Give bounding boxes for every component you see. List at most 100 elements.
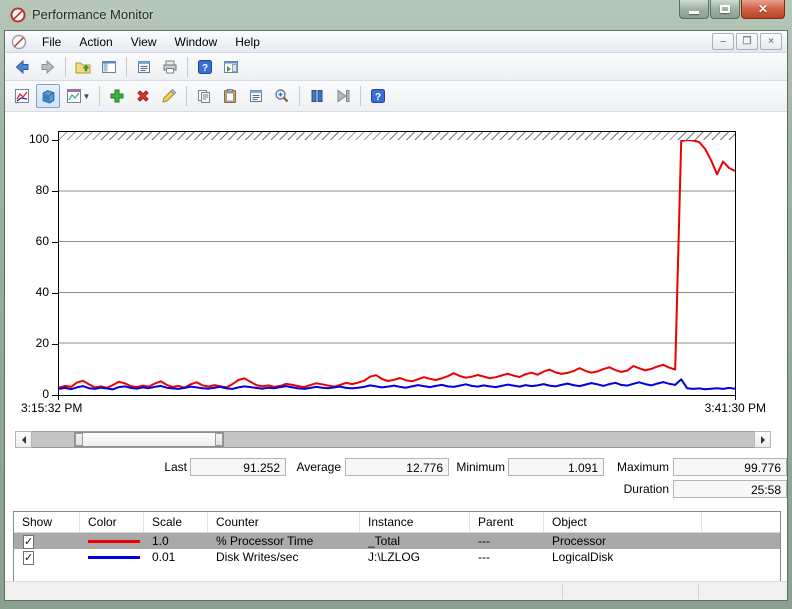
time-range-track[interactable] <box>32 431 754 448</box>
svg-text:?: ? <box>202 63 208 74</box>
scale-cell: 0.01 <box>152 550 176 564</box>
column-header-parent[interactable]: Parent <box>470 512 544 532</box>
menu-window[interactable]: Window <box>166 32 227 52</box>
copy-properties-button[interactable] <box>192 84 216 108</box>
freeze-display-button[interactable] <box>305 84 329 108</box>
range-end-grip[interactable] <box>215 433 223 446</box>
chart-plot-area[interactable] <box>58 139 736 396</box>
add-counter-button[interactable] <box>105 84 129 108</box>
properties-button[interactable] <box>132 55 156 79</box>
update-data-button[interactable] <box>331 84 355 108</box>
copy-icon <box>198 90 210 103</box>
printer-icon <box>163 60 177 73</box>
instance-cell: J:\LZLOG <box>368 550 421 564</box>
forward-button[interactable] <box>36 55 60 79</box>
line-chart-icon <box>15 89 29 103</box>
up-one-level-button[interactable] <box>71 55 95 79</box>
close-icon: ✕ <box>757 2 769 16</box>
average-label: Average <box>296 460 341 474</box>
column-header-counter[interactable]: Counter <box>208 512 360 532</box>
forward-arrow-icon <box>41 59 55 74</box>
parent-cell: --- <box>478 550 490 564</box>
y-axis-label: 40 <box>35 285 49 299</box>
show-hide-console-tree-button[interactable] <box>97 55 121 79</box>
time-range-thumb[interactable] <box>74 432 224 447</box>
log-data-icon <box>42 89 54 103</box>
column-header-show[interactable]: Show <box>14 512 80 532</box>
time-range-scrollbar[interactable] <box>15 431 771 448</box>
menu-action[interactable]: Action <box>70 32 121 52</box>
menu-bar: File Action View Window Help – ❐ × <box>5 31 787 53</box>
view-current-activity-button[interactable] <box>10 84 34 108</box>
x-axis-tick <box>735 396 736 400</box>
menu-help[interactable]: Help <box>226 32 269 52</box>
column-header-scale[interactable]: Scale <box>144 512 208 532</box>
status-separator <box>698 584 699 599</box>
table-row[interactable]: ✓ 1.0 % Processor Time _Total --- Proces… <box>14 533 780 549</box>
folder-up-icon <box>75 62 91 73</box>
table-row[interactable]: ✓ 0.01 Disk Writes/sec J:\LZLOG --- Logi… <box>14 549 780 565</box>
perfmon-toolbar: ▼ ? <box>5 81 787 112</box>
child-close-button[interactable]: × <box>760 33 782 50</box>
right-arrow-icon <box>760 435 769 444</box>
title-bar[interactable]: Performance Monitor ✕ <box>0 0 792 30</box>
delete-counter-button[interactable] <box>131 84 155 108</box>
maximum-label: Maximum <box>616 460 669 474</box>
minimize-icon <box>689 10 699 14</box>
maximize-button[interactable] <box>710 0 740 19</box>
show-checkbox[interactable]: ✓ <box>23 535 35 549</box>
color-swatch <box>88 539 140 543</box>
y-axis-tick <box>52 344 58 345</box>
scroll-left-button[interactable] <box>15 431 32 448</box>
back-arrow-icon <box>15 59 29 74</box>
scroll-right-button[interactable] <box>754 431 771 448</box>
help-button[interactable]: ? <box>193 55 217 79</box>
minimize-button[interactable] <box>679 0 709 19</box>
x-axis-start-time: 3:15:32 PM <box>21 401 83 415</box>
paste-counter-list-button[interactable] <box>218 84 242 108</box>
instance-cell: _Total <box>368 534 401 548</box>
view-log-data-button[interactable] <box>36 84 60 108</box>
menu-view[interactable]: View <box>122 32 166 52</box>
counter-cell: Disk Writes/sec <box>216 550 299 564</box>
child-minimize-button[interactable]: – <box>712 33 734 50</box>
step-forward-icon <box>337 89 350 103</box>
performance-monitor-window: Performance Monitor ✕ File Action View W… <box>0 0 792 609</box>
y-axis-label: 0 <box>42 387 49 401</box>
help-button-2[interactable]: ? <box>366 84 390 108</box>
console-window-icon <box>11 34 27 49</box>
graph-type-icon <box>66 89 81 103</box>
properties-button-2[interactable] <box>244 84 268 108</box>
highlight-button[interactable] <box>157 84 181 108</box>
change-graph-type-button[interactable]: ▼ <box>62 84 94 108</box>
x-axis-end-time: 3:41:30 PM <box>704 401 766 415</box>
menu-file[interactable]: File <box>33 32 70 52</box>
child-restore-button[interactable]: ❐ <box>736 33 758 50</box>
status-separator <box>562 584 563 599</box>
y-axis-tick <box>52 293 58 294</box>
dropdown-arrow-icon: ▼ <box>82 91 91 101</box>
column-header-object[interactable]: Object <box>544 512 702 532</box>
column-header-empty <box>702 512 780 532</box>
last-label: Last <box>164 460 187 474</box>
y-axis-tick <box>52 191 58 192</box>
zoom-button[interactable] <box>270 84 294 108</box>
y-axis-label: 20 <box>35 336 49 350</box>
minimum-label: Minimum <box>456 460 505 474</box>
show-hide-action-pane-button[interactable] <box>219 55 243 79</box>
column-header-instance[interactable]: Instance <box>360 512 470 532</box>
show-checkbox[interactable]: ✓ <box>23 551 35 565</box>
back-button[interactable] <box>10 55 34 79</box>
print-button[interactable] <box>158 55 182 79</box>
scale-cell: 1.0 <box>152 534 169 548</box>
color-swatch <box>88 555 140 559</box>
y-axis-label: 80 <box>35 183 49 197</box>
y-axis-tick <box>52 395 58 396</box>
maximum-value: 99.776 <box>673 458 787 476</box>
object-cell: Processor <box>552 534 607 548</box>
close-button[interactable]: ✕ <box>741 0 785 19</box>
range-start-grip[interactable] <box>75 433 83 446</box>
parent-cell: --- <box>478 534 490 548</box>
counter-table: Show Color Scale Counter Instance Parent… <box>13 511 781 582</box>
column-header-color[interactable]: Color <box>80 512 144 532</box>
